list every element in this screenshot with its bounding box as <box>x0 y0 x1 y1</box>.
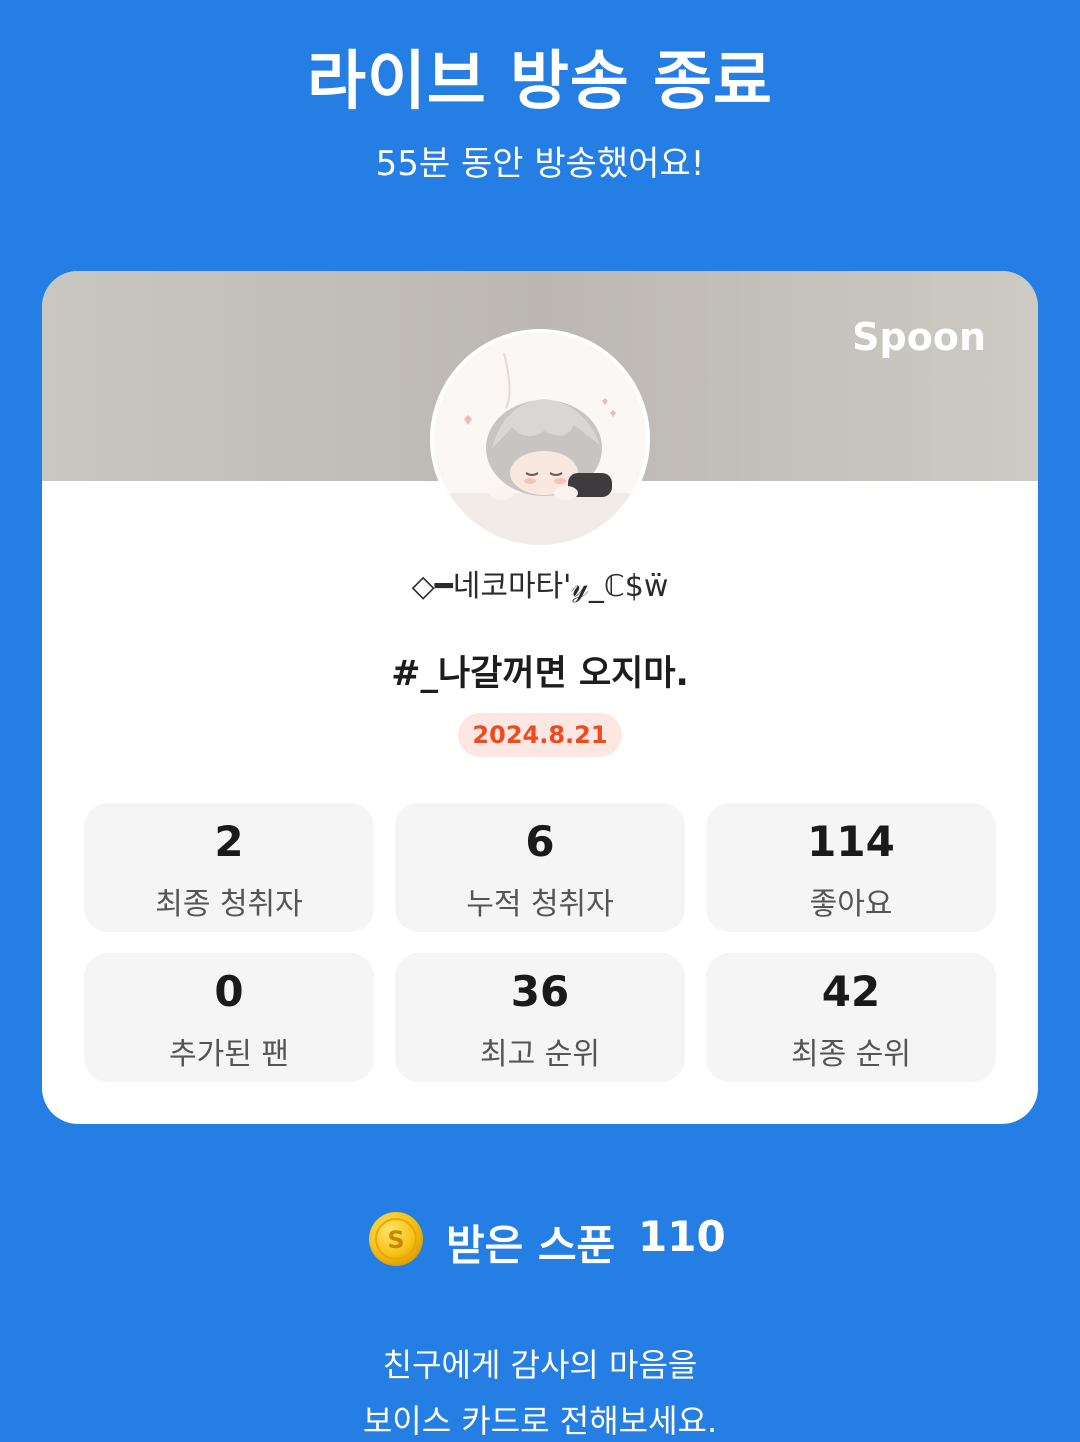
stat-new-fans: 0 추가된 팬 <box>84 953 374 1082</box>
received-spoons: S 받은 스푼 110 <box>0 1208 1080 1270</box>
stat-total-listeners: 6 누적 청취자 <box>395 803 685 932</box>
stat-label: 누적 청취자 <box>466 887 614 922</box>
stat-value: 114 <box>807 817 895 866</box>
stat-final-listeners: 2 최종 청취자 <box>84 803 374 932</box>
svg-text:S: S <box>387 1226 404 1254</box>
avatar-illustration <box>434 333 646 545</box>
stat-value: 0 <box>214 967 244 1016</box>
page-title: 라이브 방송 종료 <box>307 45 773 119</box>
stat-value: 2 <box>214 817 244 866</box>
spoon-count: 110 <box>638 1212 726 1261</box>
stat-label: 최종 청취자 <box>155 887 303 922</box>
stat-likes: 114 좋아요 <box>706 803 996 932</box>
voice-card-message-line1: 친구에게 감사의 마음을 <box>382 1346 698 1384</box>
spoon-logo: Spoon <box>852 315 986 359</box>
stat-highest-rank: 36 최고 순위 <box>395 953 685 1082</box>
room-title: #_나갈꺼면 오지마. <box>391 654 689 694</box>
stat-value: 36 <box>510 967 570 1016</box>
stat-value: 6 <box>525 817 555 866</box>
stat-final-rank: 42 최종 순위 <box>706 953 996 1082</box>
stat-value: 42 <box>821 967 881 1016</box>
voice-card-message-line2: 보이스 카드로 전해보세요. <box>362 1402 718 1440</box>
broadcast-summary-card: Spoon ◇━네코마타'𝓎_ℂ$ẅ #_나갈꺼면 오지마. 2024.8.21… <box>42 271 1038 1124</box>
stat-label: 최종 순위 <box>791 1037 911 1072</box>
date-badge: 2024.8.21 <box>458 713 622 757</box>
avatar[interactable] <box>434 333 646 545</box>
stat-label: 추가된 팬 <box>169 1037 289 1072</box>
broadcast-duration: 55분 동안 방송했어요! <box>375 144 705 184</box>
stat-label: 좋아요 <box>809 887 893 922</box>
dj-nickname: ◇━네코마타'𝓎_ℂ$ẅ <box>411 569 669 604</box>
stat-label: 최고 순위 <box>480 1037 600 1072</box>
spoon-label: 받은 스푼 <box>446 1221 616 1270</box>
coin-icon: S <box>369 1212 423 1266</box>
